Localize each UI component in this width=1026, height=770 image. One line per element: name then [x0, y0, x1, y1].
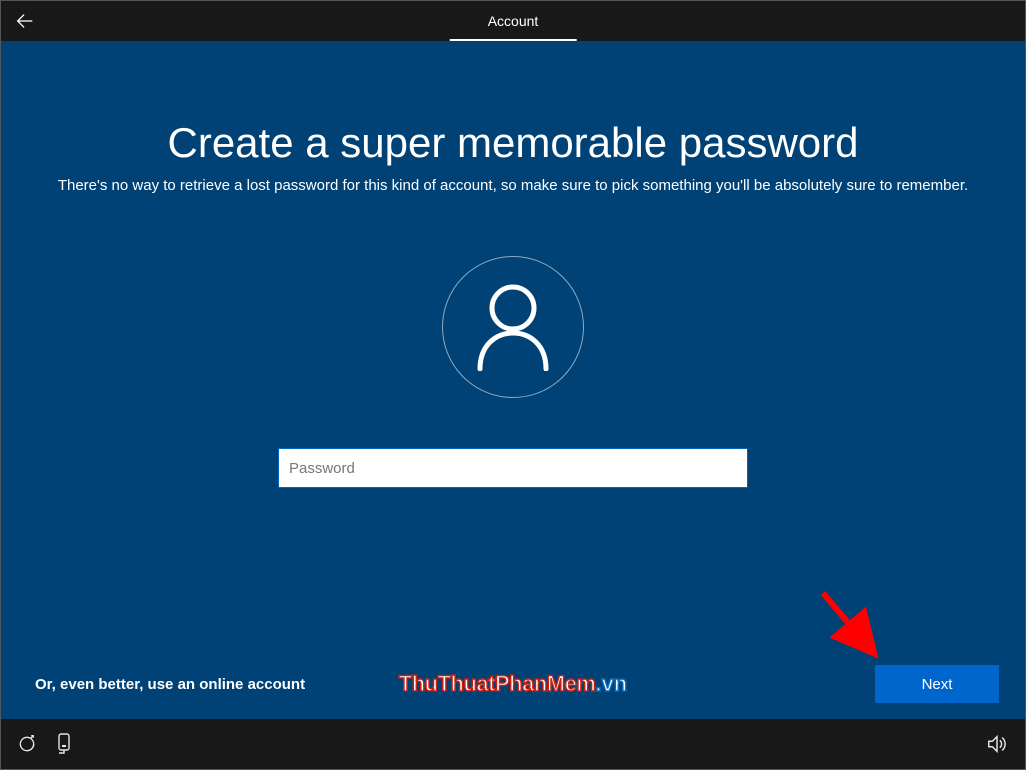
volume-icon [986, 733, 1008, 755]
next-button[interactable]: Next [875, 665, 999, 703]
watermark: ThuThuatPhanMem.vn [399, 671, 627, 697]
page-title: Create a super memorable password [168, 119, 859, 167]
back-arrow-icon [14, 10, 36, 32]
password-input[interactable]: Password [278, 448, 748, 488]
bottom-bar [1, 719, 1025, 769]
keyboard-layout-button[interactable] [53, 732, 77, 756]
top-nav: Account [450, 1, 577, 41]
user-avatar-circle [442, 256, 584, 398]
top-bar: Account [1, 1, 1025, 41]
watermark-ext: .vn [595, 671, 627, 696]
volume-button[interactable] [985, 732, 1009, 756]
use-online-account-link[interactable]: Or, even better, use an online account [35, 676, 305, 693]
watermark-main: ThuThuatPhanMem [399, 671, 596, 696]
ease-of-access-icon [17, 734, 37, 754]
back-button[interactable] [1, 1, 49, 41]
bottom-bar-right [985, 732, 1009, 756]
tab-account-label: Account [488, 13, 539, 29]
next-button-label: Next [922, 676, 953, 693]
ease-of-access-button[interactable] [15, 732, 39, 756]
bottom-bar-left [1, 732, 77, 756]
keyboard-icon [55, 733, 75, 755]
page-subtitle: There's no way to retrieve a lost passwo… [58, 177, 968, 194]
tab-account[interactable]: Account [450, 1, 577, 41]
user-icon [474, 283, 552, 371]
password-placeholder-text: Password [289, 460, 355, 477]
main-content: Create a super memorable password There'… [1, 41, 1025, 719]
online-link-text: Or, even better, use an online account [35, 676, 305, 693]
annotation-arrow-icon [815, 585, 885, 665]
